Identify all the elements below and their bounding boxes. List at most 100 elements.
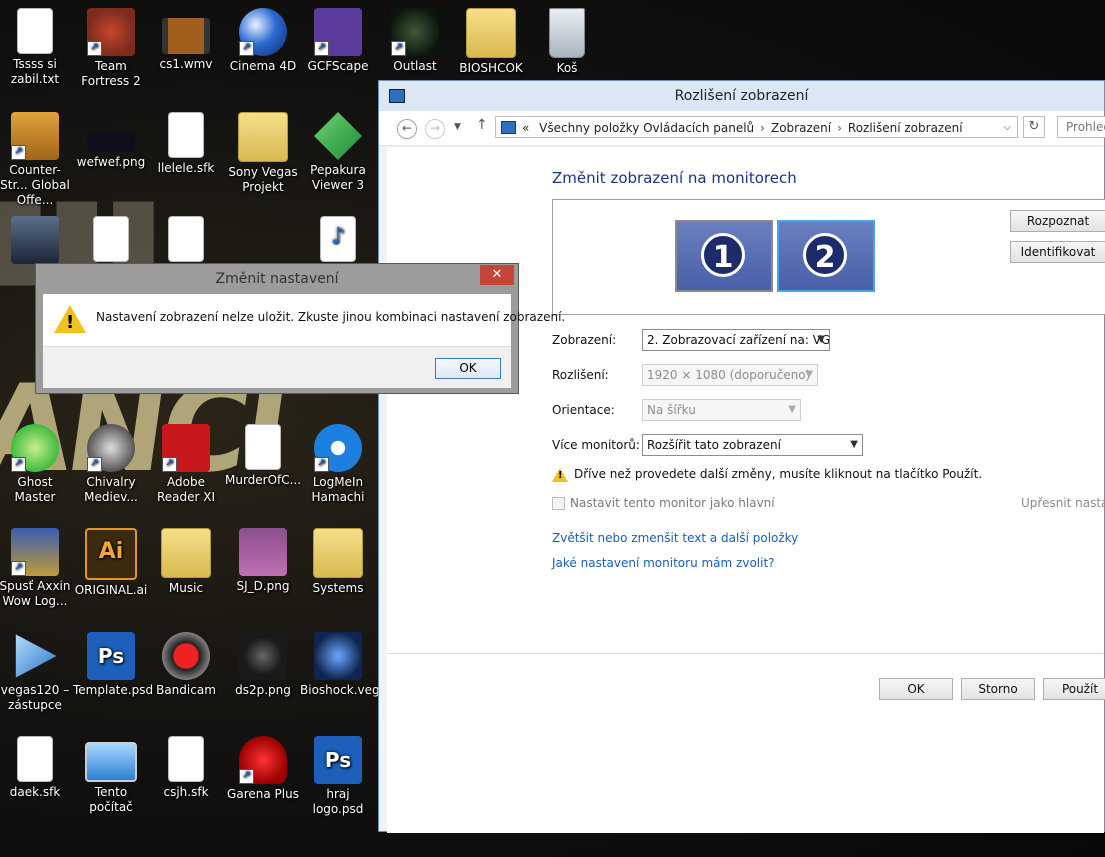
shortcut-arrow-icon: ↗ (314, 457, 329, 472)
chevron-down-icon: ▼ (817, 334, 825, 345)
checkbox-box[interactable] (552, 497, 565, 510)
desktop-icon-original-ai[interactable]: Ai ORIGINAL.ai (73, 528, 149, 598)
shortcut-arrow-icon: ↗ (239, 769, 254, 784)
primary-monitor-checkbox[interactable]: Nastavit tento monitor jako hlavní (552, 496, 775, 510)
back-arrow-icon[interactable]: ← (397, 119, 417, 139)
control-panel-icon (389, 89, 405, 103)
resolution-select[interactable]: 1920 × 1080 (doporučeno) ▼ (642, 364, 818, 386)
address-bar[interactable]: « Všechny položky Ovládacích panelů › Zobr… (495, 116, 1018, 138)
breadcrumb-display[interactable]: Zobrazení (771, 121, 831, 135)
close-icon[interactable]: ✕ (480, 265, 514, 285)
dialog-message: Nastavení zobrazení nelze uložit. Zkuste… (96, 310, 566, 324)
desktop-icon-bandicam[interactable]: Bandicam (148, 632, 224, 698)
monitor-help-link[interactable]: Jaké nastavení monitoru mám zvolit? (552, 556, 775, 570)
desktop-icon-frozen-throne[interactable] (0, 216, 73, 267)
desktop-icon-sony-vegas-folder[interactable]: Sony Vegas Projekt (225, 112, 301, 195)
illustrator-file-icon: Ai (85, 528, 137, 580)
desktop-icon-sjd-png[interactable]: SJ_D.png (225, 528, 301, 594)
desktop-icon-csgo[interactable]: ↗ Counter-Str... Global Offe... (0, 112, 73, 208)
dialog-title[interactable]: Změnit nastavení (36, 264, 518, 294)
text-size-link[interactable]: Zvětšit nebo zmenšit text a další položk… (552, 531, 798, 545)
computer-icon (85, 742, 137, 782)
desktop-icon-cs1-wmv[interactable]: cs1.wmv (148, 8, 224, 72)
desktop-icon-gcfscape[interactable]: ↗ GCFScape (300, 8, 376, 74)
window-titlebar[interactable]: Rozlišení zobrazení (379, 81, 1104, 111)
outlast-icon: ↗ (391, 8, 439, 56)
resolution-label: Rozlišení: (552, 368, 609, 382)
detect-button[interactable]: Rozpoznat (1010, 210, 1105, 232)
desktop-icon-axxin-wow[interactable]: ↗ Spusť Axxin Wow Log... (0, 528, 73, 609)
desktop-icon-mp3[interactable]: ♪ (300, 216, 376, 265)
desktop-icon-ghost-master[interactable]: ↗ Ghost Master (0, 424, 73, 505)
desktop-icon-ds2p-png[interactable]: ds2p.png (225, 632, 301, 698)
apply-button[interactable]: Použít (1043, 678, 1105, 700)
image-file-icon (239, 528, 287, 576)
hamachi-icon: ↗ (314, 424, 362, 472)
desktop-icon-vegas120[interactable]: vegas120 – zástupce (0, 632, 73, 713)
up-arrow-icon[interactable]: ↑ (476, 117, 488, 133)
desktop-icon-bioshcok-folder[interactable]: BIOSHCOK (453, 8, 529, 76)
breadcrumb-separator-icon[interactable]: › (837, 121, 842, 135)
desktop-icon-txt-file[interactable]: Tssss si zabil.txt (0, 8, 73, 87)
desktop-icon-systems-folder[interactable]: Systems (300, 528, 376, 596)
navigation-bar: ← → ▼ ↑ « Všechny položky Ovládacích pan… (379, 111, 1105, 146)
game-icon (11, 216, 59, 264)
breadcrumb-overflow[interactable]: « (522, 121, 529, 135)
desktop-icon-csjh-sfk[interactable]: csjh.sfk (148, 736, 224, 800)
breadcrumb-screen-resolution[interactable]: Rozlišení zobrazení (848, 121, 963, 135)
desktop-icon-outlast[interactable]: ↗ Outlast (377, 8, 453, 74)
search-input[interactable]: Prohledat (1057, 116, 1105, 138)
desktop-icon-this-pc[interactable]: Tento počítač (73, 736, 149, 815)
chevron-down-icon: ▼ (805, 369, 813, 380)
file-icon (168, 216, 204, 262)
desktop-icon-murder[interactable]: MurderOfC... (225, 424, 301, 488)
refresh-icon[interactable]: ↻ (1023, 116, 1045, 138)
address-dropdown-icon[interactable]: ⌵ (1003, 117, 1011, 139)
photoshop-file-icon: Ps (314, 736, 362, 784)
divider (387, 653, 1104, 654)
recent-locations-chevron-icon[interactable]: ▼ (454, 122, 461, 132)
ok-button[interactable]: OK (879, 678, 953, 700)
monitor-1[interactable]: 1 (675, 220, 773, 292)
file-icon (168, 736, 204, 782)
change-settings-dialog: Změnit nastavení ✕ ! Nastavení zobrazení… (35, 263, 565, 394)
cancel-button[interactable]: Storno (961, 678, 1035, 700)
garena-icon: ↗ (239, 736, 287, 784)
desktop-icon-recycle-bin[interactable]: Koš (529, 8, 605, 76)
orientation-select[interactable]: Na šířku ▼ (642, 399, 801, 421)
display-value: 2. Zobrazovací zařízení na: VGA (647, 333, 830, 347)
desktop-icon-llelele-sfk[interactable]: llelele.sfk (148, 112, 224, 176)
forward-arrow-icon[interactable]: → (425, 119, 445, 139)
desktop-icon-hraj-logo-psd[interactable]: Ps hraj logo.psd (300, 736, 376, 817)
desktop-icon-doc-b[interactable] (148, 216, 224, 265)
desktop-icon-template-psd[interactable]: Ps Template.psd (73, 632, 153, 698)
desktop-icon-daek-sfk[interactable]: daek.sfk (0, 736, 73, 800)
photoshop-file-icon: Ps (87, 632, 135, 680)
desktop-icon-adobe-reader[interactable]: ↗ Adobe Reader XI (148, 424, 224, 505)
multiple-displays-select[interactable]: Rozšířit tato zobrazení ▼ (642, 434, 863, 456)
desktop-icon-pepakura[interactable]: Pepakura Viewer 3 (300, 112, 376, 193)
cinema4d-icon: ↗ (239, 8, 287, 56)
dialog-ok-button[interactable]: OK (435, 358, 501, 379)
desktop-icon-wefwef-png[interactable]: wefwef.png (73, 112, 149, 170)
breadcrumb-all-items[interactable]: Všechny položky Ovládacích panelů (539, 121, 754, 135)
advanced-settings-link[interactable]: Upřesnit nastavení (1021, 496, 1105, 510)
breadcrumb-separator-icon[interactable]: › (760, 121, 765, 135)
display-select[interactable]: 2. Zobrazovací zařízení na: VGA ▼ (642, 329, 830, 351)
monitor-2[interactable]: 2 (777, 220, 875, 292)
image-file-icon (239, 632, 287, 680)
window-footer: OK Storno Použít (387, 667, 1105, 833)
image-file-icon (87, 132, 135, 152)
desktop-icon-cinema4d[interactable]: ↗ Cinema 4D (225, 8, 301, 74)
desktop-icon-chivalry[interactable]: ↗ Chivalry Mediev... (73, 424, 149, 505)
desktop-icon-music-folder[interactable]: Music (148, 528, 224, 596)
desktop-icon-bioshock-veg[interactable]: Bioshock.veg (300, 632, 380, 698)
desktop-icon-doc-a[interactable] (73, 216, 149, 265)
desktop-icon-hamachi[interactable]: ↗ LogMeIn Hamachi (300, 424, 376, 505)
desktop-icon-team-fortress[interactable]: ↗ Team Fortress 2 (73, 8, 149, 89)
desktop-icon-garena[interactable]: ↗ Garena Plus (225, 736, 301, 802)
folder-icon (238, 112, 288, 162)
tf2-icon: ↗ (87, 8, 135, 56)
identify-button[interactable]: Identifikovat (1010, 241, 1105, 263)
file-icon (168, 112, 204, 158)
